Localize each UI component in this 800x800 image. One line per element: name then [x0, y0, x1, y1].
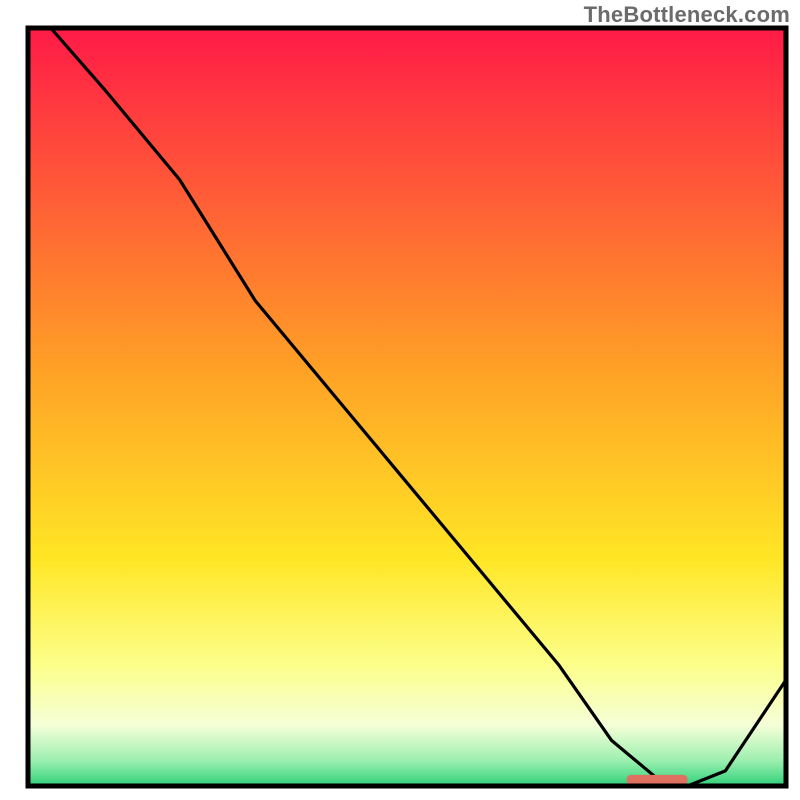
- gradient-background: [28, 28, 786, 786]
- bottleneck-chart: [0, 0, 800, 800]
- optimal-marker: [627, 775, 688, 785]
- chart-stage: TheBottleneck.com: [0, 0, 800, 800]
